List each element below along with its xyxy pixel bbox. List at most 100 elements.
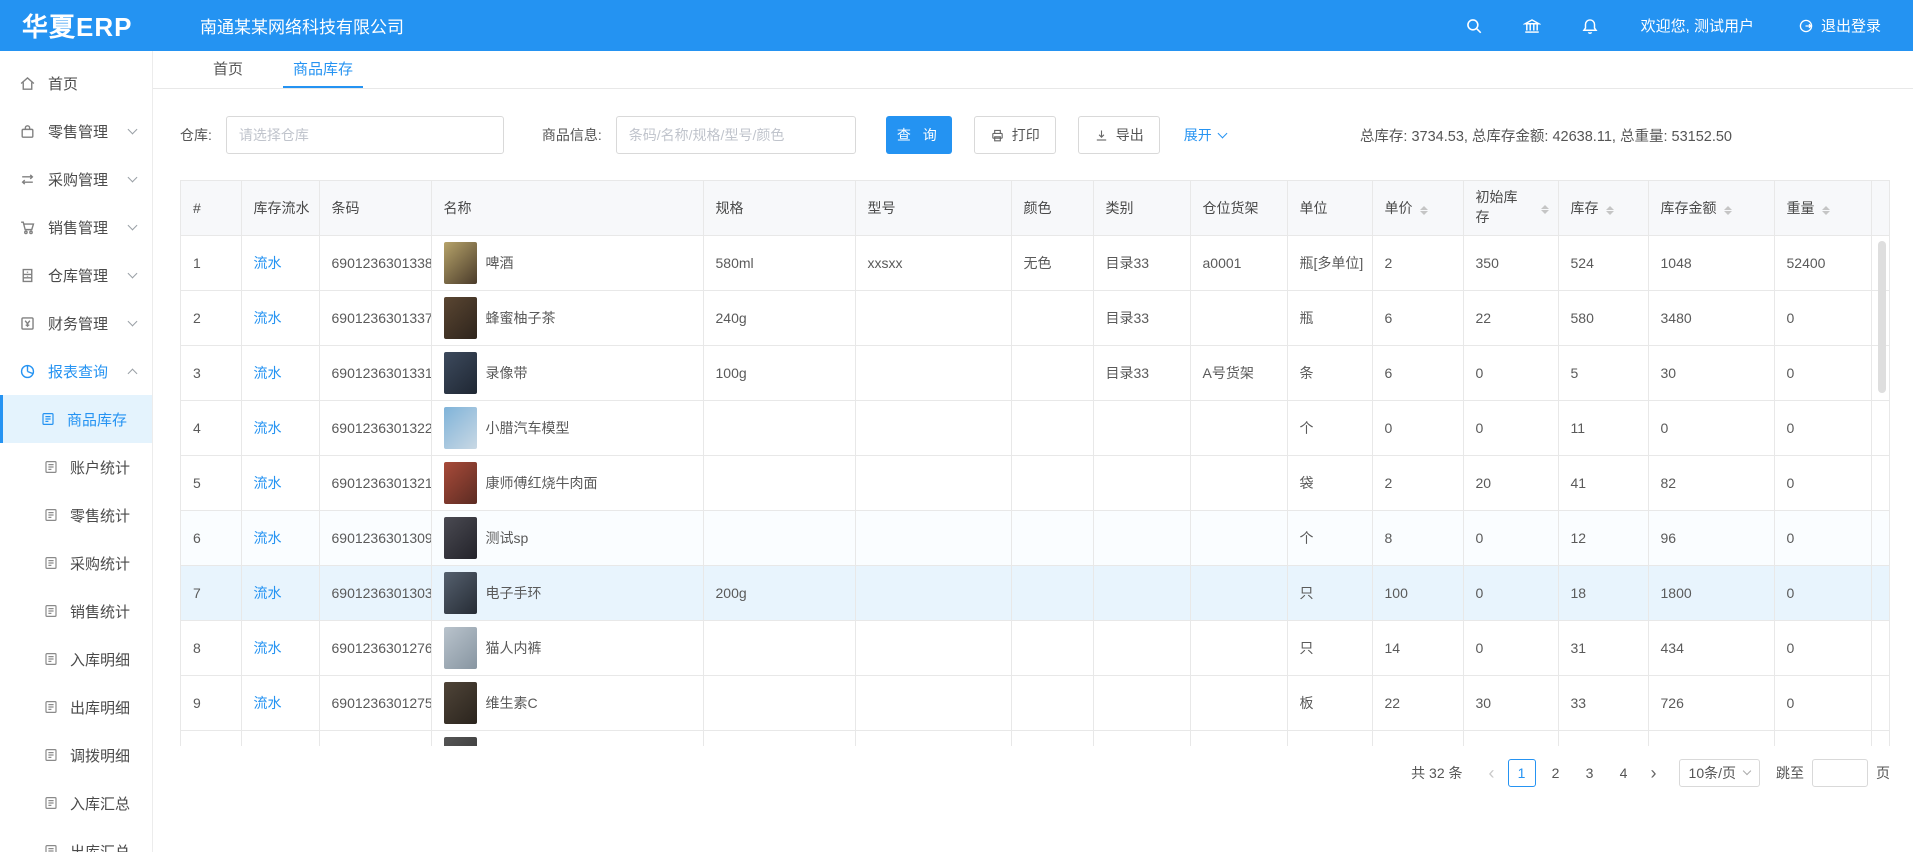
warehouse-select[interactable] xyxy=(226,116,504,154)
warehouse-label: 仓库: xyxy=(180,125,212,145)
cell-unit: 瓶 xyxy=(1287,290,1372,345)
column-header-12[interactable]: 库存 xyxy=(1558,181,1648,235)
sidebar-subitem-出库明细[interactable]: 出库明细 xyxy=(0,683,152,731)
tab-product-inventory[interactable]: 商品库存 xyxy=(283,51,363,88)
cell-category xyxy=(1093,620,1190,675)
cell-flow: 流水 xyxy=(241,290,319,345)
table-row[interactable]: 5流水6901236301321康师傅红烧牛肉面袋22041820 xyxy=(181,455,1889,510)
cell-shelf xyxy=(1190,455,1287,510)
cell-name: 猫人内裤 xyxy=(431,620,703,675)
tab-home[interactable]: 首页 xyxy=(203,51,253,88)
sidebar-subitem-入库汇总[interactable]: 入库汇总 xyxy=(0,779,152,827)
column-header-14[interactable]: 重量 xyxy=(1774,181,1871,235)
export-button[interactable]: 导出 xyxy=(1078,116,1160,154)
stock-flow-link[interactable]: 流水 xyxy=(254,475,282,491)
platform-bank-icon[interactable] xyxy=(1523,17,1541,35)
cell-filler xyxy=(1871,675,1889,730)
stock-flow-link[interactable]: 流水 xyxy=(254,255,282,271)
product-photo[interactable] xyxy=(444,462,477,504)
stock-flow-link[interactable]: 流水 xyxy=(254,640,282,656)
sidebar-item-sale[interactable]: 销售管理 xyxy=(0,203,152,251)
table-row[interactable]: 10流水6901236301271 xyxy=(181,730,1889,746)
table-row[interactable]: 9流水6901236301275维生素C板2230337260 xyxy=(181,675,1889,730)
product-photo[interactable] xyxy=(444,737,477,747)
stock-flow-link[interactable]: 流水 xyxy=(254,310,282,326)
sidebar-subitem-出库汇总[interactable]: 出库汇总 xyxy=(0,827,152,852)
finance-icon xyxy=(19,315,36,332)
sidebar-item-reports[interactable]: 报表查询 xyxy=(0,347,152,395)
stock-flow-link[interactable]: 流水 xyxy=(254,365,282,381)
search-icon[interactable] xyxy=(1465,17,1483,35)
chevron-down-icon xyxy=(128,316,138,326)
product-photo[interactable] xyxy=(444,242,477,284)
cell-color xyxy=(1011,620,1093,675)
cell-spec: 100g xyxy=(703,345,855,400)
stock-flow-link[interactable]: 流水 xyxy=(254,420,282,436)
sidebar-subitem-入库明细[interactable]: 入库明细 xyxy=(0,635,152,683)
sidebar-item-purchase[interactable]: 采购管理 xyxy=(0,155,152,203)
column-header-10[interactable]: 单价 xyxy=(1372,181,1463,235)
cell-shelf xyxy=(1190,620,1287,675)
sidebar-subitem-调拨明细[interactable]: 调拨明细 xyxy=(0,731,152,779)
cell-no: 5 xyxy=(181,455,241,510)
cell-color xyxy=(1011,730,1093,746)
sort-caret-icon[interactable] xyxy=(1541,201,1550,216)
page-number-1[interactable]: 1 xyxy=(1508,759,1536,787)
cell-barcode: 6901236301303 xyxy=(319,565,431,620)
table-row[interactable]: 3流水6901236301331录像带100g目录33A号货架条605300 xyxy=(181,345,1889,400)
sort-caret-icon[interactable] xyxy=(1822,202,1831,217)
page-size-select[interactable]: 10条/页 xyxy=(1679,759,1760,787)
table-row[interactable]: 1流水6901236301338啤酒580mlxxsxx无色目录33a0001瓶… xyxy=(181,235,1889,290)
sidebar-subitem-商品库存[interactable]: 商品库存 xyxy=(0,395,152,443)
product-photo[interactable] xyxy=(444,682,477,724)
table-row[interactable]: 7流水6901236301303电子手环200g只10001818000 xyxy=(181,565,1889,620)
column-header-13[interactable]: 库存金额 xyxy=(1648,181,1774,235)
jump-page-input[interactable] xyxy=(1812,759,1868,787)
table-row[interactable]: 6流水6901236301309测试sp个8012960 xyxy=(181,510,1889,565)
cell-flow: 流水 xyxy=(241,345,319,400)
logout-button[interactable]: 退出登录 xyxy=(1798,15,1881,36)
page-number-2[interactable]: 2 xyxy=(1542,759,1570,787)
cell-no: 1 xyxy=(181,235,241,290)
cell-init: 0 xyxy=(1463,510,1558,565)
sort-caret-icon[interactable] xyxy=(1606,202,1615,217)
prev-page-button[interactable]: ‹ xyxy=(1479,759,1505,787)
product-photo[interactable] xyxy=(444,627,477,669)
sidebar-subitem-采购统计[interactable]: 采购统计 xyxy=(0,539,152,587)
total-count: 共 32 条 xyxy=(1411,763,1462,783)
sidebar-item-home[interactable]: 首页 xyxy=(0,59,152,107)
product-photo[interactable] xyxy=(444,352,477,394)
sidebar-subitem-销售统计[interactable]: 销售统计 xyxy=(0,587,152,635)
search-button[interactable]: 查 询 xyxy=(886,116,952,154)
product-photo[interactable] xyxy=(444,407,477,449)
expand-link[interactable]: 展开 xyxy=(1184,125,1226,145)
product-photo[interactable] xyxy=(444,572,477,614)
table-row[interactable]: 8流水6901236301276猫人内裤只140314340 xyxy=(181,620,1889,675)
sidebar-item-finance[interactable]: 财务管理 xyxy=(0,299,152,347)
column-header-11[interactable]: 初始库存 xyxy=(1463,181,1558,235)
column-header-5: 型号 xyxy=(855,181,1011,235)
page-number-4[interactable]: 4 xyxy=(1610,759,1638,787)
vertical-scrollbar[interactable] xyxy=(1878,241,1886,393)
stock-flow-link[interactable]: 流水 xyxy=(254,530,282,546)
next-page-button[interactable]: › xyxy=(1641,759,1667,787)
table-row[interactable]: 4流水6901236301322小腊汽车模型个001100 xyxy=(181,400,1889,455)
product-photo[interactable] xyxy=(444,297,477,339)
inventory-table: #库存流水条码名称规格型号颜色类别仓位货架单位单价初始库存库存库存金额重量1流水… xyxy=(181,181,1889,746)
product-photo[interactable] xyxy=(444,517,477,559)
page-number-3[interactable]: 3 xyxy=(1576,759,1604,787)
sidebar-item-warehouse[interactable]: 仓库管理 xyxy=(0,251,152,299)
cell-amount: 96 xyxy=(1648,510,1774,565)
bell-icon[interactable] xyxy=(1581,17,1599,35)
print-button[interactable]: 打印 xyxy=(974,116,1056,154)
stock-flow-link[interactable]: 流水 xyxy=(254,585,282,601)
sidebar-item-retail[interactable]: 零售管理 xyxy=(0,107,152,155)
sort-caret-icon[interactable] xyxy=(1724,202,1733,217)
sidebar-subitem-零售统计[interactable]: 零售统计 xyxy=(0,491,152,539)
product-info-input[interactable] xyxy=(616,116,856,154)
sidebar-subitem-账户统计[interactable]: 账户统计 xyxy=(0,443,152,491)
stock-flow-link[interactable]: 流水 xyxy=(254,695,282,711)
cell-category xyxy=(1093,455,1190,510)
table-row[interactable]: 2流水6901236301337蜂蜜柚子茶240g目录33瓶6225803480… xyxy=(181,290,1889,345)
sort-caret-icon[interactable] xyxy=(1420,202,1429,217)
